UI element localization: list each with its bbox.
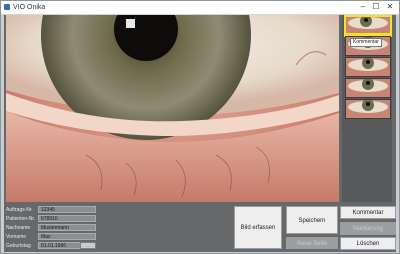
thumbnail-image <box>346 100 390 118</box>
save-button[interactable]: Speichern <box>286 206 338 234</box>
thumbnail-4[interactable] <box>345 78 391 98</box>
thumbnail-image <box>346 79 390 97</box>
first-name-field[interactable]: Max <box>38 233 96 240</box>
field-label: Auftrags-Nr. <box>6 207 33 213</box>
thumbnail-list: Kommentar <box>342 15 392 202</box>
order-number-field[interactable]: 12345 <box>38 206 96 213</box>
patient-number-field[interactable]: 678910 <box>38 215 96 222</box>
last-name-field[interactable]: Mustermann <box>38 224 96 231</box>
capture-image-button[interactable]: Bild erfassen <box>234 206 282 249</box>
field-label: Patienten-Nr. <box>6 216 36 222</box>
close-icon[interactable]: ✕ <box>385 2 395 12</box>
eye-image <box>6 15 339 202</box>
field-label: Geburtstag <box>6 243 31 249</box>
next-step-button[interactable]: Neue Seite <box>286 237 338 249</box>
app-window: VIO Onika – ☐ ✕ Kommentar Auftrags-Nr. 1… <box>0 0 400 254</box>
thumbnail-image <box>346 17 390 35</box>
comment-button[interactable]: Kommentar <box>340 206 396 219</box>
app-icon <box>4 4 10 10</box>
form-row-patient-number: Patienten-Nr. 678910 <box>6 215 106 223</box>
field-label: Vorname <box>6 234 27 240</box>
maximize-icon[interactable]: ☐ <box>371 2 381 12</box>
thumbnail-image <box>346 58 390 76</box>
remove-marker-button[interactable]: Markierung entfernen <box>340 222 396 245</box>
form-row-birthday: Geburtstag 01.01.1966 ... <box>6 242 106 250</box>
delete-button[interactable]: Löschen <box>340 237 396 250</box>
eye-image-viewer[interactable] <box>6 15 339 202</box>
title-bar: VIO Onika – ☐ ✕ <box>1 1 399 15</box>
field-label: Nachname <box>6 225 31 231</box>
thumbnail-3[interactable] <box>345 57 391 77</box>
minimize-icon[interactable]: – <box>358 2 368 12</box>
thumbnail-5[interactable] <box>345 99 391 119</box>
date-picker-button[interactable]: ... <box>80 242 96 249</box>
form-row-last-name: Nachname Mustermann <box>6 224 106 232</box>
thumbnail-1[interactable] <box>344 15 392 37</box>
main-content: Kommentar Auftrags-Nr. 12345 Patienten-N… <box>4 15 396 252</box>
form-row-order-number: Auftrags-Nr. 12345 <box>6 206 106 214</box>
form-row-first-name: Vorname Max <box>6 233 106 241</box>
window-title: VIO Onika <box>13 4 46 11</box>
thumbnail-tooltip: Kommentar <box>350 38 382 47</box>
